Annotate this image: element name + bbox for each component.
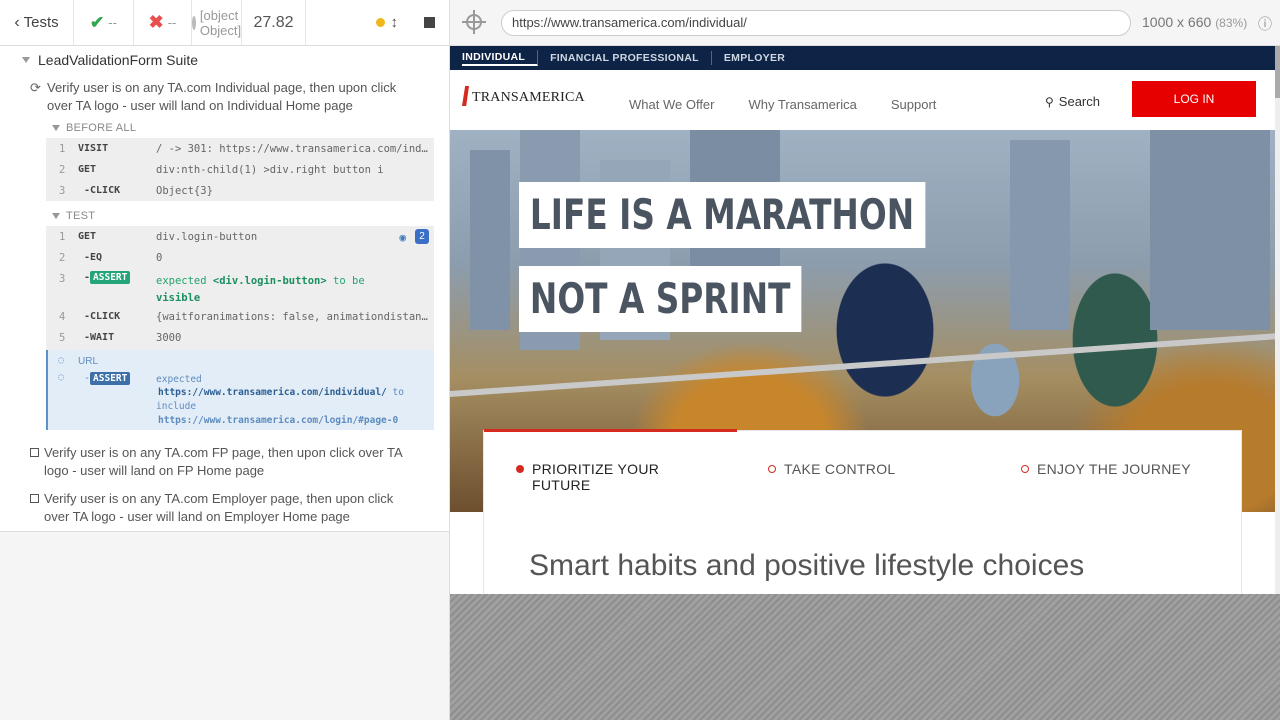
login-button[interactable]: LOG IN (1132, 81, 1256, 117)
aut-iframe: INDIVIDUAL FINANCIAL PROFESSIONAL EMPLOY… (450, 46, 1280, 594)
nav-financial-professional[interactable]: FINANCIAL PROFESSIONAL (538, 51, 712, 65)
test-item-individual[interactable]: ⟳ Verify user is on any TA.com Individua… (30, 79, 407, 115)
suite-header[interactable]: LeadValidationForm Suite (22, 52, 198, 68)
tab-prioritize-future[interactable]: PRIORITIZE YOUR FUTURE (516, 461, 659, 493)
menu-support[interactable]: Support (891, 97, 937, 112)
command-row[interactable]: 1 VISIT / -> 301: https://www.transameri… (46, 138, 434, 159)
duration: 27.82 (242, 0, 306, 45)
aut-url-bar[interactable]: https://www.transamerica.com/individual/ (501, 10, 1131, 36)
viewport-info[interactable]: 1000 x 660 (83%) (1142, 14, 1247, 30)
collapse-triangle-icon (52, 125, 60, 131)
passed-count[interactable]: ✔ -- (74, 0, 134, 45)
menu-why-transamerica[interactable]: Why Transamerica (749, 97, 857, 112)
card-heading: Smart habits and positive lifestyle choi… (529, 549, 1085, 582)
failed-count[interactable]: ✖ -- (134, 0, 192, 45)
command-row[interactable]: 2 GET div:nth-child(1) >div.right button… (46, 159, 434, 180)
pending-assert[interactable]: - ASSERT (84, 372, 131, 385)
command-row-assert[interactable]: 3 - ASSERT expected <div.login-button> to… (46, 268, 434, 306)
transamerica-logo[interactable]: TRANSAMERICA (462, 86, 585, 106)
tests-back-button[interactable]: ‹ Tests (0, 0, 74, 45)
suite-title: LeadValidationForm Suite (38, 52, 199, 68)
selector-playground-icon[interactable] (462, 10, 486, 34)
nav-employer[interactable]: EMPLOYER (712, 51, 797, 65)
pending-circle-icon (191, 15, 196, 30)
test-item-employer[interactable]: Verify user is on any TA.com Employer pa… (30, 490, 404, 526)
checkbox-icon (30, 448, 39, 457)
aut-header: https://www.transamerica.com/individual/… (450, 0, 1280, 46)
active-tab-indicator (484, 429, 737, 432)
url-command[interactable]: URL (78, 356, 98, 367)
spinner-icon: ◌ (58, 372, 65, 383)
test-title: Verify user is on any TA.com FP page, th… (44, 445, 402, 478)
tab-enjoy-journey[interactable]: ENJOY THE JOURNEY (1021, 461, 1191, 477)
bullet-icon (768, 465, 776, 473)
main-menu: What We Offer Why Transamerica Support (629, 97, 936, 112)
test-item-fp[interactable]: Verify user is on any TA.com FP page, th… (30, 444, 404, 480)
pending-commands: ◌ URL ◌ - ASSERT expected https://www.tra… (46, 350, 434, 430)
search-button[interactable]: ⚲ Search (1045, 94, 1100, 109)
before-all-commands: 1 VISIT / -> 301: https://www.transameri… (46, 138, 434, 201)
test-title: Verify user is on any TA.com Individual … (47, 80, 397, 113)
tests-label: Tests (23, 14, 59, 31)
pending-count[interactable]: [object Object] (191, 0, 242, 45)
x-icon: ✖ (148, 12, 164, 32)
bullet-icon (1021, 465, 1029, 473)
command-row[interactable]: 2 -EQ 0 (46, 247, 434, 268)
info-icon[interactable]: ⓘ (1258, 14, 1272, 34)
collapse-triangle-icon (52, 213, 60, 219)
aut-background (450, 594, 1280, 720)
nav-individual[interactable]: INDIVIDUAL (462, 50, 539, 66)
bullet-icon (516, 465, 524, 473)
check-icon: ✔ (90, 12, 105, 32)
eye-slash-icon: ◉ (399, 231, 406, 244)
aut-scrollbar[interactable] (1275, 46, 1280, 594)
hero-headline-1: LIFE IS A MARATHON (519, 182, 926, 248)
element-count-badge: 2 (415, 229, 429, 244)
running-indicator-icon (375, 18, 385, 27)
stop-icon[interactable] (424, 17, 435, 28)
scrollbar-thumb[interactable] (1275, 46, 1280, 98)
search-icon: ⚲ (1045, 94, 1054, 109)
command-row[interactable]: 1 GET div.login-button ◉ 2 (46, 226, 434, 247)
command-row[interactable]: 3 -CLICK Object{3} (46, 180, 434, 201)
refresh-icon: ⟳ (30, 80, 41, 95)
collapse-triangle-icon (22, 57, 30, 63)
chevron-left-icon: ‹ (14, 13, 20, 31)
site-header: TRANSAMERICA What We Offer Why Transamer… (450, 70, 1280, 130)
assert-badge: ASSERT (90, 271, 131, 284)
tab-take-control[interactable]: TAKE CONTROL (768, 461, 895, 477)
pyramid-logo-icon (462, 86, 469, 106)
test-hook[interactable]: TEST (52, 210, 95, 222)
site-audience-nav: INDIVIDUAL FINANCIAL PROFESSIONAL EMPLOY… (450, 46, 1280, 70)
menu-what-we-offer[interactable]: What We Offer (629, 97, 715, 112)
checkbox-icon (30, 494, 39, 503)
tabs-card: PRIORITIZE YOUR FUTURE TAKE CONTROL ENJOY… (483, 429, 1242, 594)
reporter-header: ‹ Tests ✔ -- ✖ -- [object Object] 27.82 … (0, 0, 449, 46)
before-all-hook[interactable]: BEFORE ALL (52, 122, 136, 134)
run-controls: ↕ (306, 0, 449, 45)
spinner-icon: ◌ (58, 355, 65, 366)
runnable-list: LeadValidationForm Suite ⟳ Verify user i… (0, 46, 449, 532)
hero-headline-2: NOT A SPRINT (519, 266, 802, 332)
test-title: Verify user is on any TA.com Employer pa… (44, 491, 394, 524)
command-row[interactable]: 4 -CLICK {waitforanimations: false, anim… (46, 306, 434, 327)
auto-scroll-icon[interactable]: ↕ (391, 14, 399, 31)
test-commands: 1 GET div.login-button ◉ 2 2 -EQ 0 3 - AS… (46, 226, 434, 350)
reporter-panel: ‹ Tests ✔ -- ✖ -- [object Object] 27.82 … (0, 0, 450, 720)
command-row[interactable]: 5 -WAIT 3000 (46, 327, 434, 348)
